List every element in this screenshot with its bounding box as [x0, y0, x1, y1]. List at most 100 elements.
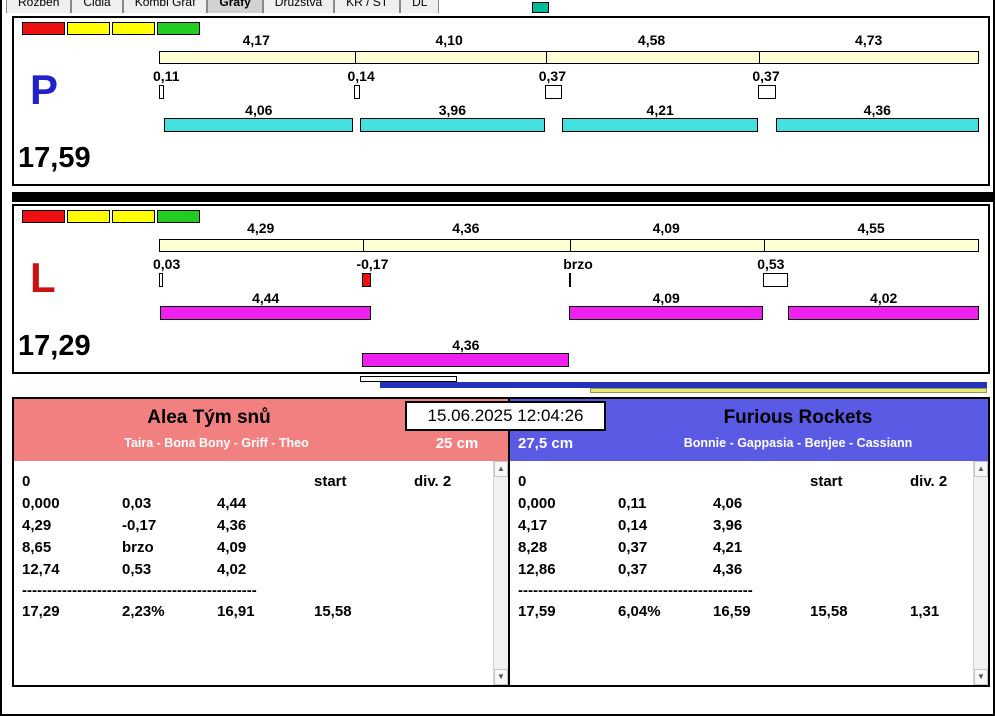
- tab-cidla[interactable]: Cidla: [71, 0, 123, 13]
- table-cell: brzo: [122, 539, 154, 556]
- table-cell: 0,03: [122, 495, 152, 512]
- table-cell: 0,11: [618, 495, 647, 512]
- crossing-time-box: [569, 273, 572, 287]
- table-cell: [810, 537, 910, 559]
- crossing-time-box: [159, 273, 163, 287]
- table-cell: 4,36: [217, 517, 247, 534]
- crossing-time-label: 0,14: [347, 68, 375, 84]
- table-cell: [713, 471, 810, 493]
- table-cell: [810, 559, 910, 581]
- table-row: 0,000 0,03 4,44: [14, 493, 508, 515]
- app-window: Rozběh Cidla Kombi Graf Grafy Družstva KR / S…: [0, 0, 995, 716]
- table-cell: start: [810, 473, 843, 490]
- table-row: 12,86 0,37 4,36: [510, 559, 988, 581]
- lane-panel-right: P 17,59 4,17 4,10 4,58 4,73 0,11 0,14 0,37 0,37 4,…: [12, 16, 990, 186]
- lane-chart: 4,17 4,10 4,58 4,73 0,11 0,14 0,37 0,37 4,06 3,96…: [153, 18, 979, 184]
- table-cell: 4,29: [22, 517, 52, 534]
- split-time-label: 4,09: [652, 220, 680, 236]
- split-bar-divider: [764, 240, 766, 251]
- lane-panel-left: L 17,29 4,29 4,36 4,09 4,55 0,03 -0,17 brzo 0,53 4…: [12, 204, 990, 374]
- table-cell: [810, 493, 910, 515]
- crossing-time-label: 0,37: [538, 68, 566, 84]
- split-bar-divider: [545, 52, 547, 63]
- table-cell: 15,58: [314, 603, 352, 620]
- scrollbar[interactable]: ▲ ▼: [493, 461, 508, 685]
- jump-height-right: 27,5 cm: [518, 435, 574, 452]
- table-row: 4,17 0,14 3,96: [510, 515, 988, 537]
- table-header-row: 0 start div. 2: [510, 471, 988, 493]
- table-totals-row: 17,29 2,23% 16,91 15,58: [14, 601, 508, 623]
- results-table-right: 0 start div. 2 0,000 0,11 4,06 4,17 0,14 3,96 8,2…: [510, 461, 988, 685]
- tab-dl[interactable]: DL: [400, 0, 440, 13]
- team-dogs-right: Bonnie - Gappasia - Benjee - Cassiann: [683, 436, 913, 450]
- table-row: 8,28 0,37 4,21: [510, 537, 988, 559]
- lane-total-time: 17,29: [18, 330, 91, 362]
- indicator-light-1: [22, 22, 65, 35]
- indicator-light-2: [67, 210, 110, 223]
- tab-rozb-h[interactable]: Rozběh: [6, 0, 72, 13]
- table-cell: [122, 471, 217, 493]
- crossing-time-label: brzo: [563, 256, 593, 272]
- tab-bar: Rozběh Cidla Kombi Graf Grafy Družstva KR / S…: [6, 0, 440, 13]
- table-cell: 12,86: [518, 561, 556, 578]
- crossing-time-label: 0,53: [757, 256, 785, 272]
- crossing-time-box: [362, 273, 371, 287]
- dog-time-label: 3,96: [438, 102, 466, 118]
- scrollbar[interactable]: ▲ ▼: [973, 461, 988, 685]
- tab-kombi-graf[interactable]: Kombi Graf: [122, 0, 208, 13]
- scroll-down-button[interactable]: ▼: [974, 669, 988, 685]
- tab-dru-stva[interactable]: Družstva: [262, 0, 335, 13]
- crossing-time-box: [758, 85, 776, 99]
- split-bar-divider: [363, 240, 365, 251]
- lane-chart: 4,29 4,36 4,09 4,55 0,03 -0,17 brzo 0,53 4,44 4,3…: [153, 206, 979, 372]
- table-cell: 0,37: [618, 539, 648, 556]
- table-row: 0,000 0,11 4,06: [510, 493, 988, 515]
- table-row: 8,65 brzo 4,09: [14, 537, 508, 559]
- table-cell: 0,53: [122, 561, 152, 578]
- table-cell: [314, 493, 414, 515]
- table-cell: 17,59: [518, 603, 556, 620]
- results-table-left: 0 start div. 2 0,000 0,03 4,44 4,29 -0,17 4,36 8,…: [14, 461, 508, 685]
- table-separator: ----------------------------------------…: [518, 582, 753, 599]
- table-cell: 0: [518, 473, 527, 490]
- yellow-progress-bar: [590, 388, 987, 393]
- split-time-label: 4,73: [855, 32, 883, 48]
- split-time-label: 4,58: [637, 32, 666, 48]
- table-cell: 0,14: [618, 517, 648, 534]
- dog-time-label: 4,09: [652, 290, 680, 306]
- crossing-time-box: [353, 85, 361, 99]
- panel-divider: [12, 192, 993, 202]
- dog-run-bar: [788, 306, 979, 320]
- lane-letter: P: [30, 66, 59, 113]
- dog-run-bar: [362, 353, 570, 367]
- tab-kr-st[interactable]: KR / ST: [334, 0, 401, 13]
- table-cell: 4,21: [713, 539, 743, 556]
- split-bar-divider: [759, 52, 761, 63]
- table-cell: 16,91: [217, 603, 255, 620]
- table-cell: [314, 515, 414, 537]
- split-time-bar: [159, 51, 979, 64]
- table-cell: 6,04%: [618, 603, 661, 620]
- dog-run-bar: [360, 118, 545, 132]
- table-cell: start: [314, 473, 347, 490]
- scroll-down-button[interactable]: ▼: [494, 669, 508, 685]
- table-cell: 4,44: [217, 495, 247, 512]
- dog-run-bar: [164, 118, 354, 132]
- status-indicator-chip: [532, 2, 549, 13]
- scroll-up-button[interactable]: ▲: [494, 461, 508, 477]
- table-cell: [314, 559, 414, 581]
- dog-time-label: 4,06: [245, 102, 273, 118]
- dog-time-label: 4,36: [863, 102, 891, 118]
- dog-time-label: 4,36: [452, 337, 480, 353]
- tab-grafy[interactable]: Grafy: [207, 0, 263, 13]
- team-name-right: Furious Rockets: [723, 407, 873, 428]
- split-time-label: 4,36: [452, 220, 480, 236]
- crossing-time-box: [159, 85, 165, 99]
- split-time-label: 4,10: [435, 32, 463, 48]
- scoreboard-panel: Alea Tým snů Taira - Bona Bony - Griff -…: [12, 397, 990, 687]
- indicator-light-3: [112, 22, 155, 35]
- split-time-label: 4,29: [247, 220, 275, 236]
- scroll-up-button[interactable]: ▲: [974, 461, 988, 477]
- table-cell: 17,29: [22, 603, 60, 620]
- race-progress-strip: [12, 376, 990, 396]
